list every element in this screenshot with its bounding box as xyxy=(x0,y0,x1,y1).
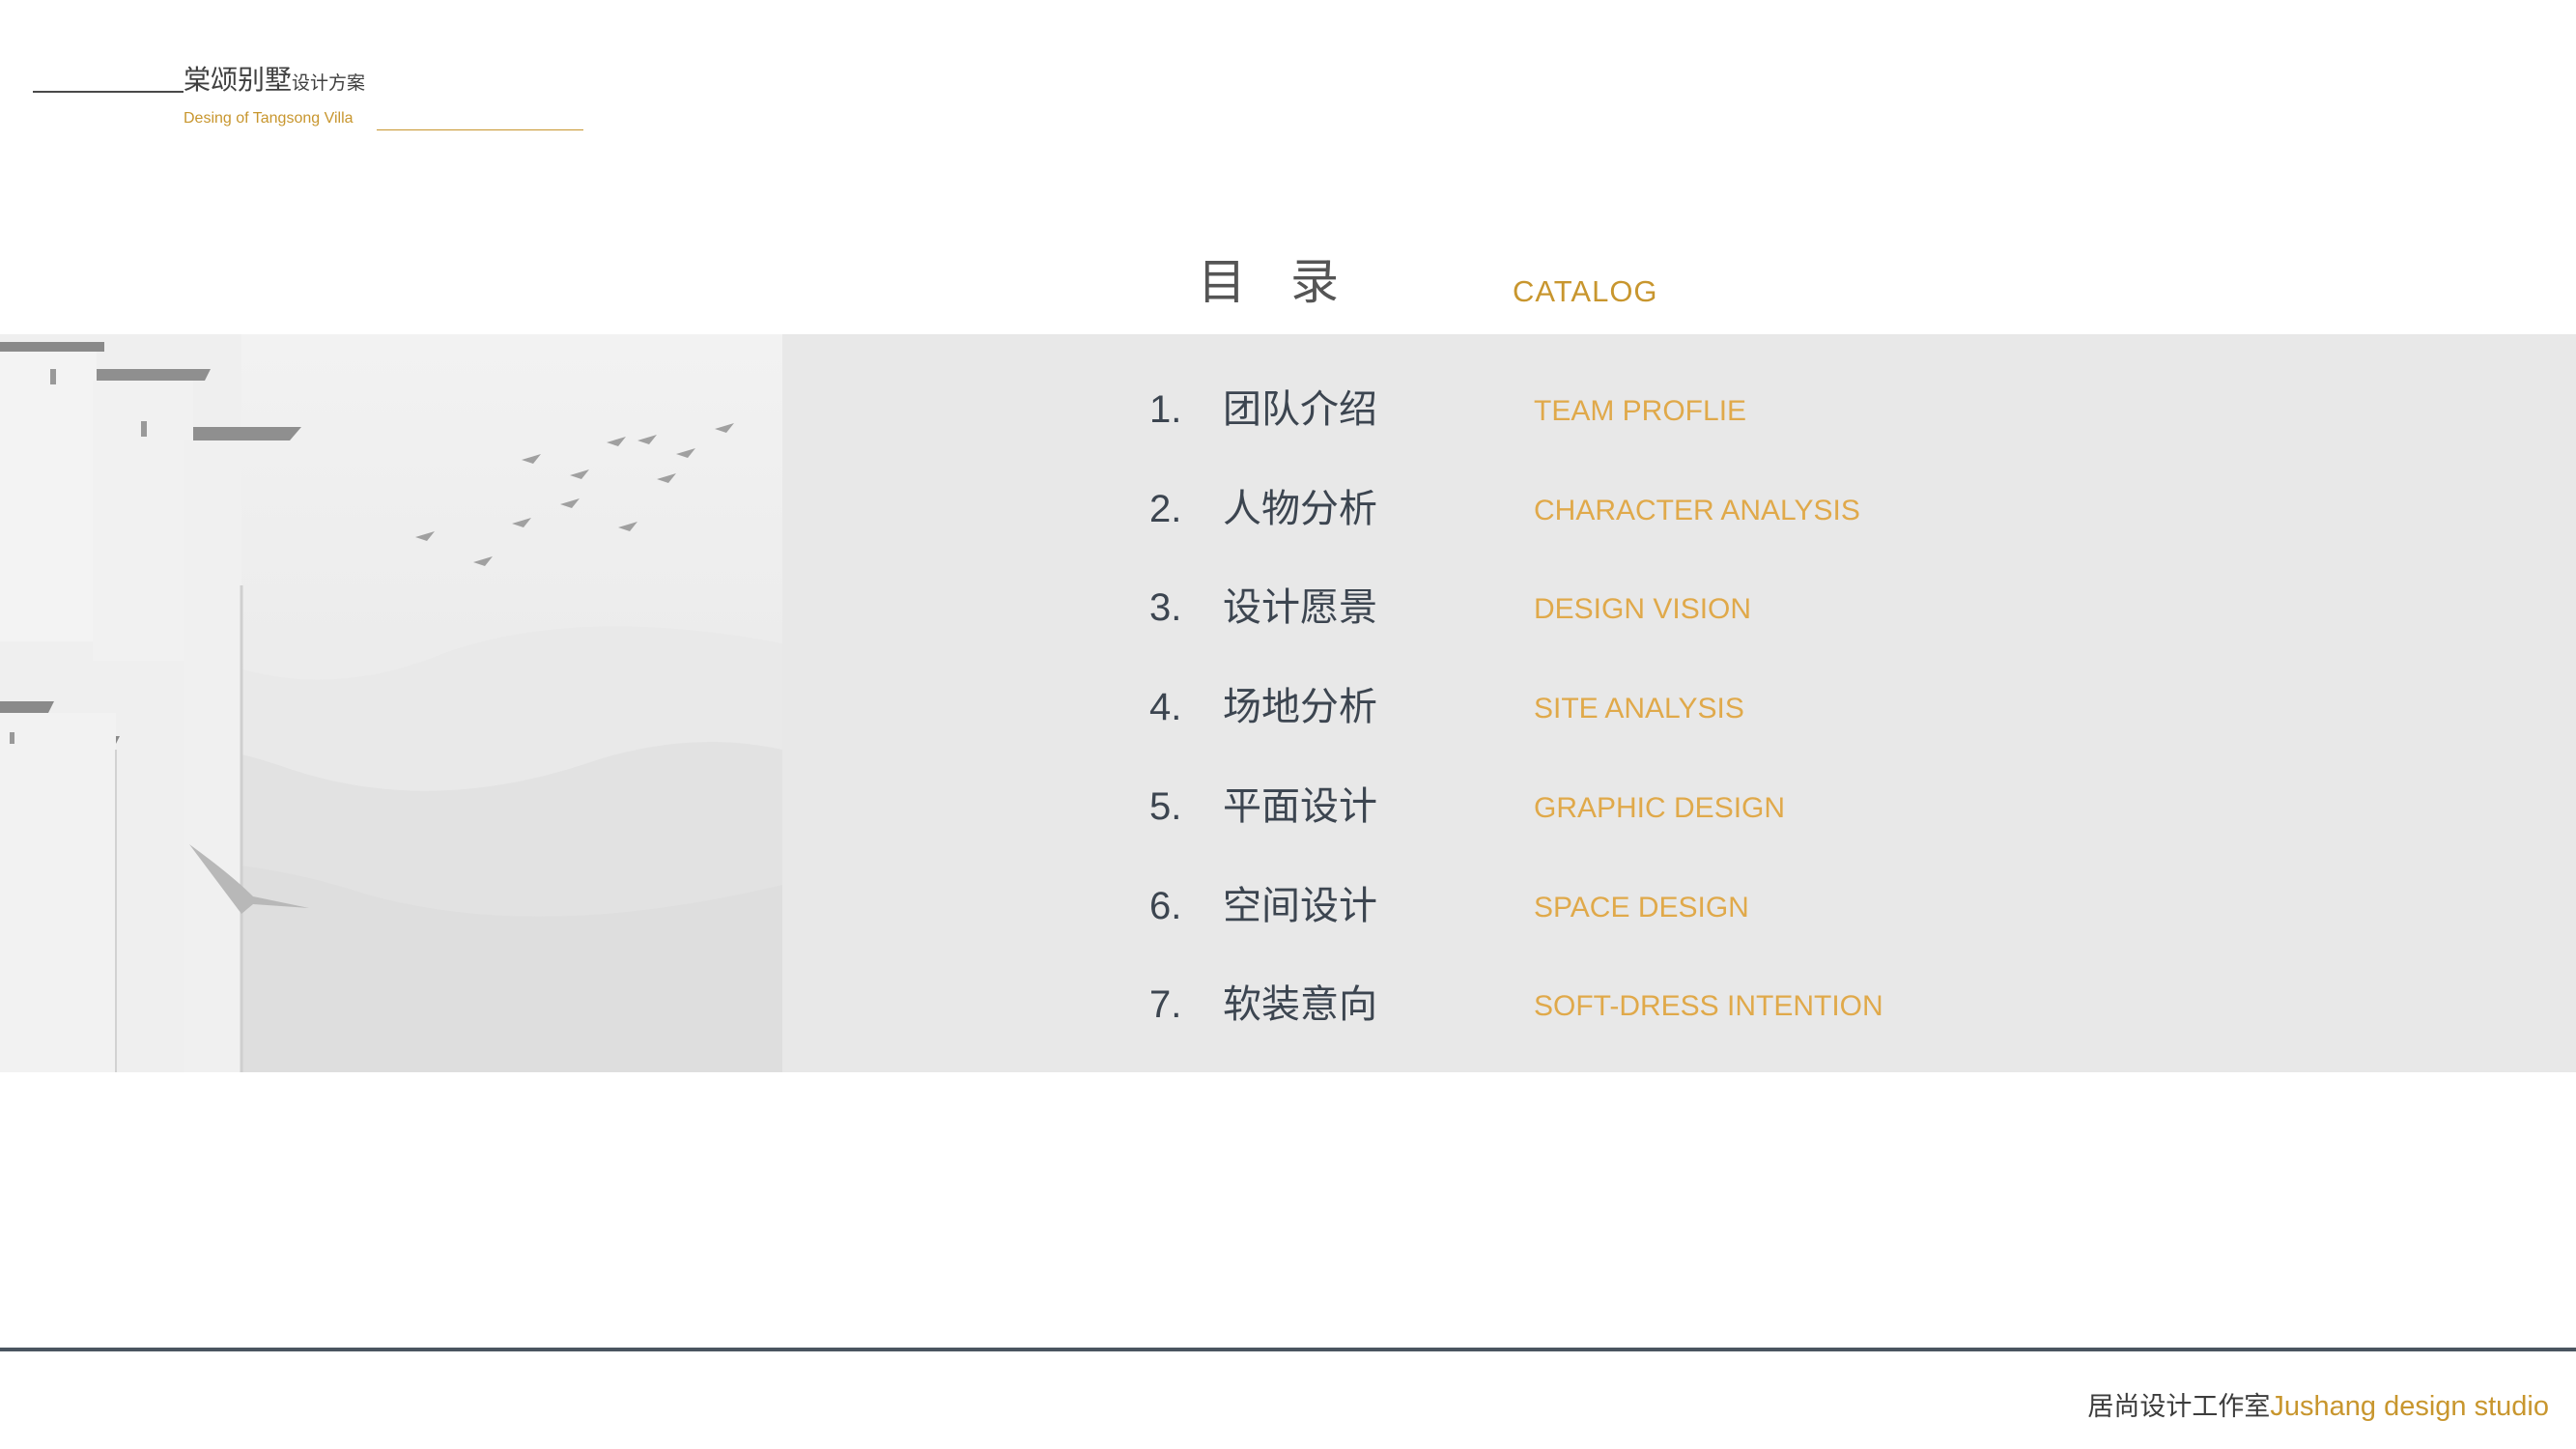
project-title-main: 棠颂别墅 xyxy=(184,64,293,96)
studio-name-cn: 居尚设计工作室 xyxy=(2087,1392,2271,1422)
toc-number: 1. xyxy=(1149,388,1182,431)
toc-title-cn: 场地分析 xyxy=(1223,685,1377,729)
toc-number: 5. xyxy=(1149,785,1182,828)
toc-item-7[interactable]: 7. 软装意向 SOFT-DRESS INTENTION xyxy=(0,976,1932,1043)
toc-number: 6. xyxy=(1149,885,1182,927)
toc-title-cn: 空间设计 xyxy=(1223,884,1377,928)
catalog-title-en: CATALOG xyxy=(1513,274,1658,308)
studio-name-en: Jushang design studio xyxy=(2270,1391,2549,1422)
catalog-title-cn: 目录 xyxy=(1198,254,1383,310)
project-subtitle: Desing of Tangsong Villa xyxy=(184,110,354,127)
toc-title-en: SITE ANALYSIS xyxy=(1534,693,1744,724)
toc-item-5[interactable]: 5. 平面设计 GRAPHIC DESIGN xyxy=(0,778,1932,845)
toc-item-4[interactable]: 4. 场地分析 SITE ANALYSIS xyxy=(0,678,1932,746)
header-rule-right xyxy=(377,129,583,130)
toc-title-en: CHARACTER ANALYSIS xyxy=(1534,495,1860,526)
toc-number: 4. xyxy=(1149,686,1182,728)
toc-title-en: GRAPHIC DESIGN xyxy=(1534,792,1786,824)
toc-title-en: SPACE DESIGN xyxy=(1534,892,1749,923)
toc-item-2[interactable]: 2. 人物分析 CHARACTER ANALYSIS xyxy=(0,480,1932,548)
toc-title-en: DESIGN VISION xyxy=(1534,593,1752,625)
toc-item-6[interactable]: 6. 空间设计 SPACE DESIGN xyxy=(0,877,1932,945)
toc-title-en: SOFT-DRESS INTENTION xyxy=(1534,990,1883,1022)
project-title-sub: 设计方案 xyxy=(292,72,366,94)
toc-number: 2. xyxy=(1149,488,1182,530)
toc-number: 7. xyxy=(1149,983,1182,1026)
header-rule-left xyxy=(33,91,184,93)
project-title: 棠颂别墅设计方案 xyxy=(184,64,365,99)
toc-item-3[interactable]: 3. 设计愿景 DESIGN VISION xyxy=(0,579,1932,646)
footer-rule xyxy=(0,1348,2576,1351)
studio-credit: 居尚设计工作室Jushang design studio xyxy=(2087,1387,2549,1427)
toc-title-cn: 团队介绍 xyxy=(1223,387,1377,432)
toc-number: 3. xyxy=(1149,586,1182,629)
toc-title-cn: 人物分析 xyxy=(1223,487,1377,531)
toc-title-cn: 平面设计 xyxy=(1223,784,1377,829)
toc-title-en: TEAM PROFLIE xyxy=(1534,395,1747,427)
toc-item-1[interactable]: 1. 团队介绍 TEAM PROFLIE xyxy=(0,381,1932,448)
toc-title-cn: 软装意向 xyxy=(1223,982,1377,1027)
toc-title-cn: 设计愿景 xyxy=(1223,585,1377,630)
